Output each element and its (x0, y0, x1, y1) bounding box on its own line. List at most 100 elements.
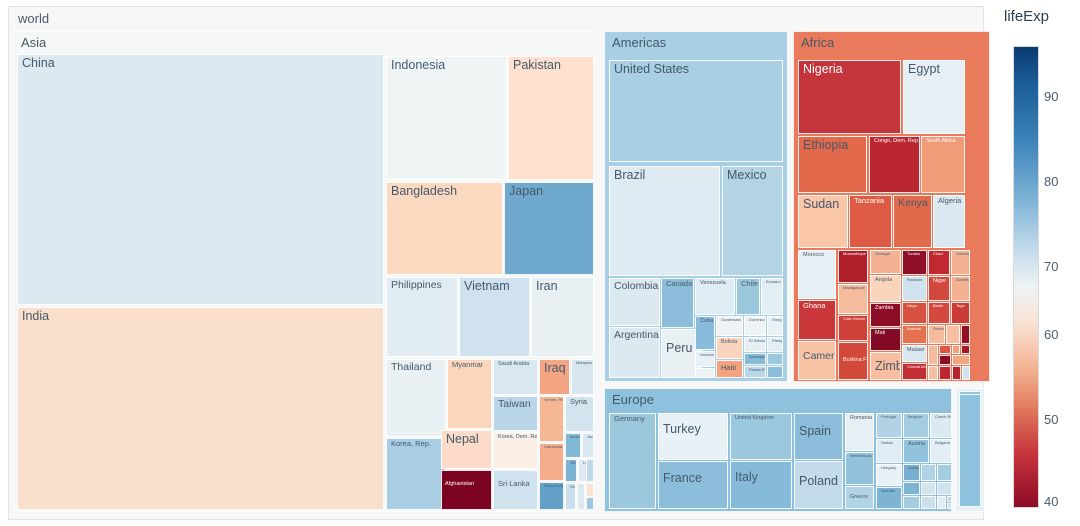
tile-paraguay[interactable]: El Salvador (744, 337, 766, 352)
tile-madagascar[interactable]: Madagascar (838, 284, 868, 314)
tile-cameroon[interactable]: Burkina Faso (838, 342, 868, 380)
tile-guatemala[interactable]: Guatemala (716, 316, 743, 336)
tile-yemen-rep[interactable]: Yemen, Rep. (539, 396, 564, 442)
tile-montenegro[interactable] (947, 503, 952, 509)
tile-taiwan[interactable]: Taiwan (493, 396, 538, 431)
tile-uruguay[interactable]: Puerto Rico (744, 366, 766, 378)
tile-oman[interactable]: Oman (565, 483, 576, 510)
tile-chad[interactable]: Niger (928, 276, 950, 301)
tile-united-kingdom[interactable]: United Kingdom (730, 413, 792, 460)
tile-honduras[interactable]: Honduras (695, 351, 715, 367)
tile-korea-rep[interactable]: Korea, Rep. (386, 438, 446, 510)
tile-iran[interactable]: Iran (531, 277, 594, 357)
tile-tanzania[interactable]: Tanzania (849, 195, 892, 248)
tile-togo[interactable]: Sierra Leone (928, 325, 945, 344)
tile-australia[interactable] (959, 394, 981, 507)
tile-el-salvador[interactable] (695, 368, 715, 378)
tile-namibia[interactable] (952, 345, 960, 354)
tile-eritrea[interactable] (946, 325, 960, 344)
tile-benin[interactable]: Burundi (902, 325, 927, 344)
tile-dominican-republic[interactable]: Dominican Republic (744, 316, 766, 336)
tile-bosnia-and-herzegovina[interactable] (937, 482, 952, 495)
tile-slovak-republic[interactable] (937, 496, 946, 509)
tile-syria[interactable]: Syria (565, 396, 594, 432)
tile-austria[interactable]: Austria (903, 439, 929, 463)
tile-jordan[interactable]: Jordan (582, 433, 594, 458)
tile-norway[interactable] (903, 482, 920, 495)
tile-cuba[interactable]: Cuba (695, 316, 715, 350)
tile-nigeria[interactable]: Nigeria (798, 60, 901, 134)
tile-czech-republic[interactable]: Czech Republic (930, 413, 952, 438)
tile-belgium[interactable]: Belgium (903, 413, 929, 438)
tile-iraq[interactable]: Iraq (539, 359, 570, 395)
tile-singapore[interactable]: Singapore (565, 459, 577, 482)
tile-lesotho[interactable] (939, 355, 951, 365)
tile-vietnam[interactable]: Vietnam (459, 277, 530, 357)
tile-libya[interactable]: Malawi (902, 345, 927, 362)
tile-colombia[interactable]: Colombia (609, 278, 660, 326)
tile-mozambique[interactable]: Mozambique (838, 250, 868, 283)
tile-sri-lanka[interactable]: Sri Lanka (493, 470, 538, 510)
tile-angola[interactable]: Zambia (870, 303, 901, 327)
tile-germany[interactable]: Germany (609, 413, 656, 509)
tile-pakistan[interactable]: Pakistan (508, 56, 594, 180)
tile-rwanda[interactable]: Libya (902, 302, 927, 324)
tile-hong-kong-china[interactable]: Hong Kong, China (539, 482, 564, 510)
tile-botswana[interactable] (961, 345, 970, 354)
tile-puerto-rico[interactable] (767, 353, 783, 365)
tile-zambia[interactable]: Mali (870, 328, 901, 351)
tile-serbia[interactable]: Serbia (876, 439, 902, 463)
tile-korea-dem-rep[interactable]: Korea, Dem. Rep. (493, 432, 538, 469)
tile-mauritania[interactable] (928, 345, 938, 365)
tile-guinea[interactable]: Somalia (951, 276, 970, 301)
tile-israel[interactable]: Israel (565, 433, 581, 458)
tile-switzerland[interactable]: Switzerland (903, 464, 920, 481)
tile-tunisia[interactable]: Rwanda (902, 276, 927, 301)
tile-finland[interactable] (937, 464, 952, 481)
tile-france[interactable]: France (658, 461, 728, 509)
tile-croatia[interactable] (921, 482, 936, 495)
tile-china[interactable]: China (17, 54, 384, 305)
tile-albania[interactable] (921, 496, 936, 509)
tile-uganda[interactable]: Ghana (798, 300, 836, 340)
tile-turkey[interactable]: Turkey (658, 413, 728, 460)
tile-somalia[interactable]: Benin (928, 302, 950, 324)
tile-thailand[interactable]: Thailand (386, 359, 446, 437)
tile-bangladesh[interactable]: Bangladesh (386, 182, 503, 275)
tile-malaysia[interactable]: Malaysia (571, 359, 594, 395)
tile-philippines[interactable]: Philippines (386, 277, 458, 357)
tile-ecuador[interactable]: Ecuador (761, 278, 783, 315)
tile-venezuela[interactable]: Venezuela (695, 278, 735, 315)
tile-costa-rica[interactable]: Nicaragua (744, 353, 766, 365)
tile-saudi-arabia[interactable]: Saudi Arabia (493, 359, 538, 395)
tile-kenya[interactable]: Kenya (893, 195, 932, 248)
tile-sweden[interactable]: Sweden (876, 487, 902, 509)
tile-morocco[interactable]: Morocco (798, 250, 836, 299)
tile-congo-rep[interactable] (939, 345, 951, 354)
tile-burundi[interactable]: Togo (951, 302, 970, 324)
tile-panama[interactable] (767, 366, 783, 378)
tile-united-states[interactable]: United States (609, 60, 783, 162)
tile-mali[interactable]: Zimbabwe (870, 352, 901, 380)
tile-west-bank-and-gaza[interactable] (577, 483, 585, 510)
tile-south-africa[interactable]: South Africa (921, 136, 965, 193)
tile-bulgaria[interactable]: Bulgaria (930, 439, 952, 463)
tile-netherlands[interactable]: Netherlands (845, 452, 874, 485)
tile-haiti[interactable]: Haiti (716, 360, 743, 378)
tile-ireland[interactable] (903, 496, 920, 509)
tile-burkina-faso[interactable]: Senegal (870, 250, 901, 274)
tile-kuwait[interactable] (586, 497, 594, 510)
tile-ethiopia[interactable]: Ethiopia (798, 136, 867, 193)
tile-portugal[interactable]: Portugal (876, 413, 902, 438)
tile-romania[interactable]: Romania (845, 413, 874, 451)
tile-congo-dem-rep[interactable]: Congo, Dem. Rep. (869, 136, 920, 193)
tile-sudan[interactable]: Sudan (798, 195, 848, 248)
tile-new-zealand[interactable] (959, 391, 981, 395)
tile-guinea-bissau[interactable]: Central African Republic (902, 363, 927, 380)
tile-bahrain[interactable] (586, 459, 594, 482)
tile-poland[interactable]: Poland (794, 461, 843, 509)
tile-mongolia[interactable] (586, 483, 594, 497)
tile-niger[interactable]: Guinea (951, 250, 970, 275)
tile-nicaragua[interactable]: Paraguay (767, 337, 783, 352)
tile-senegal[interactable]: Angola (870, 275, 901, 302)
